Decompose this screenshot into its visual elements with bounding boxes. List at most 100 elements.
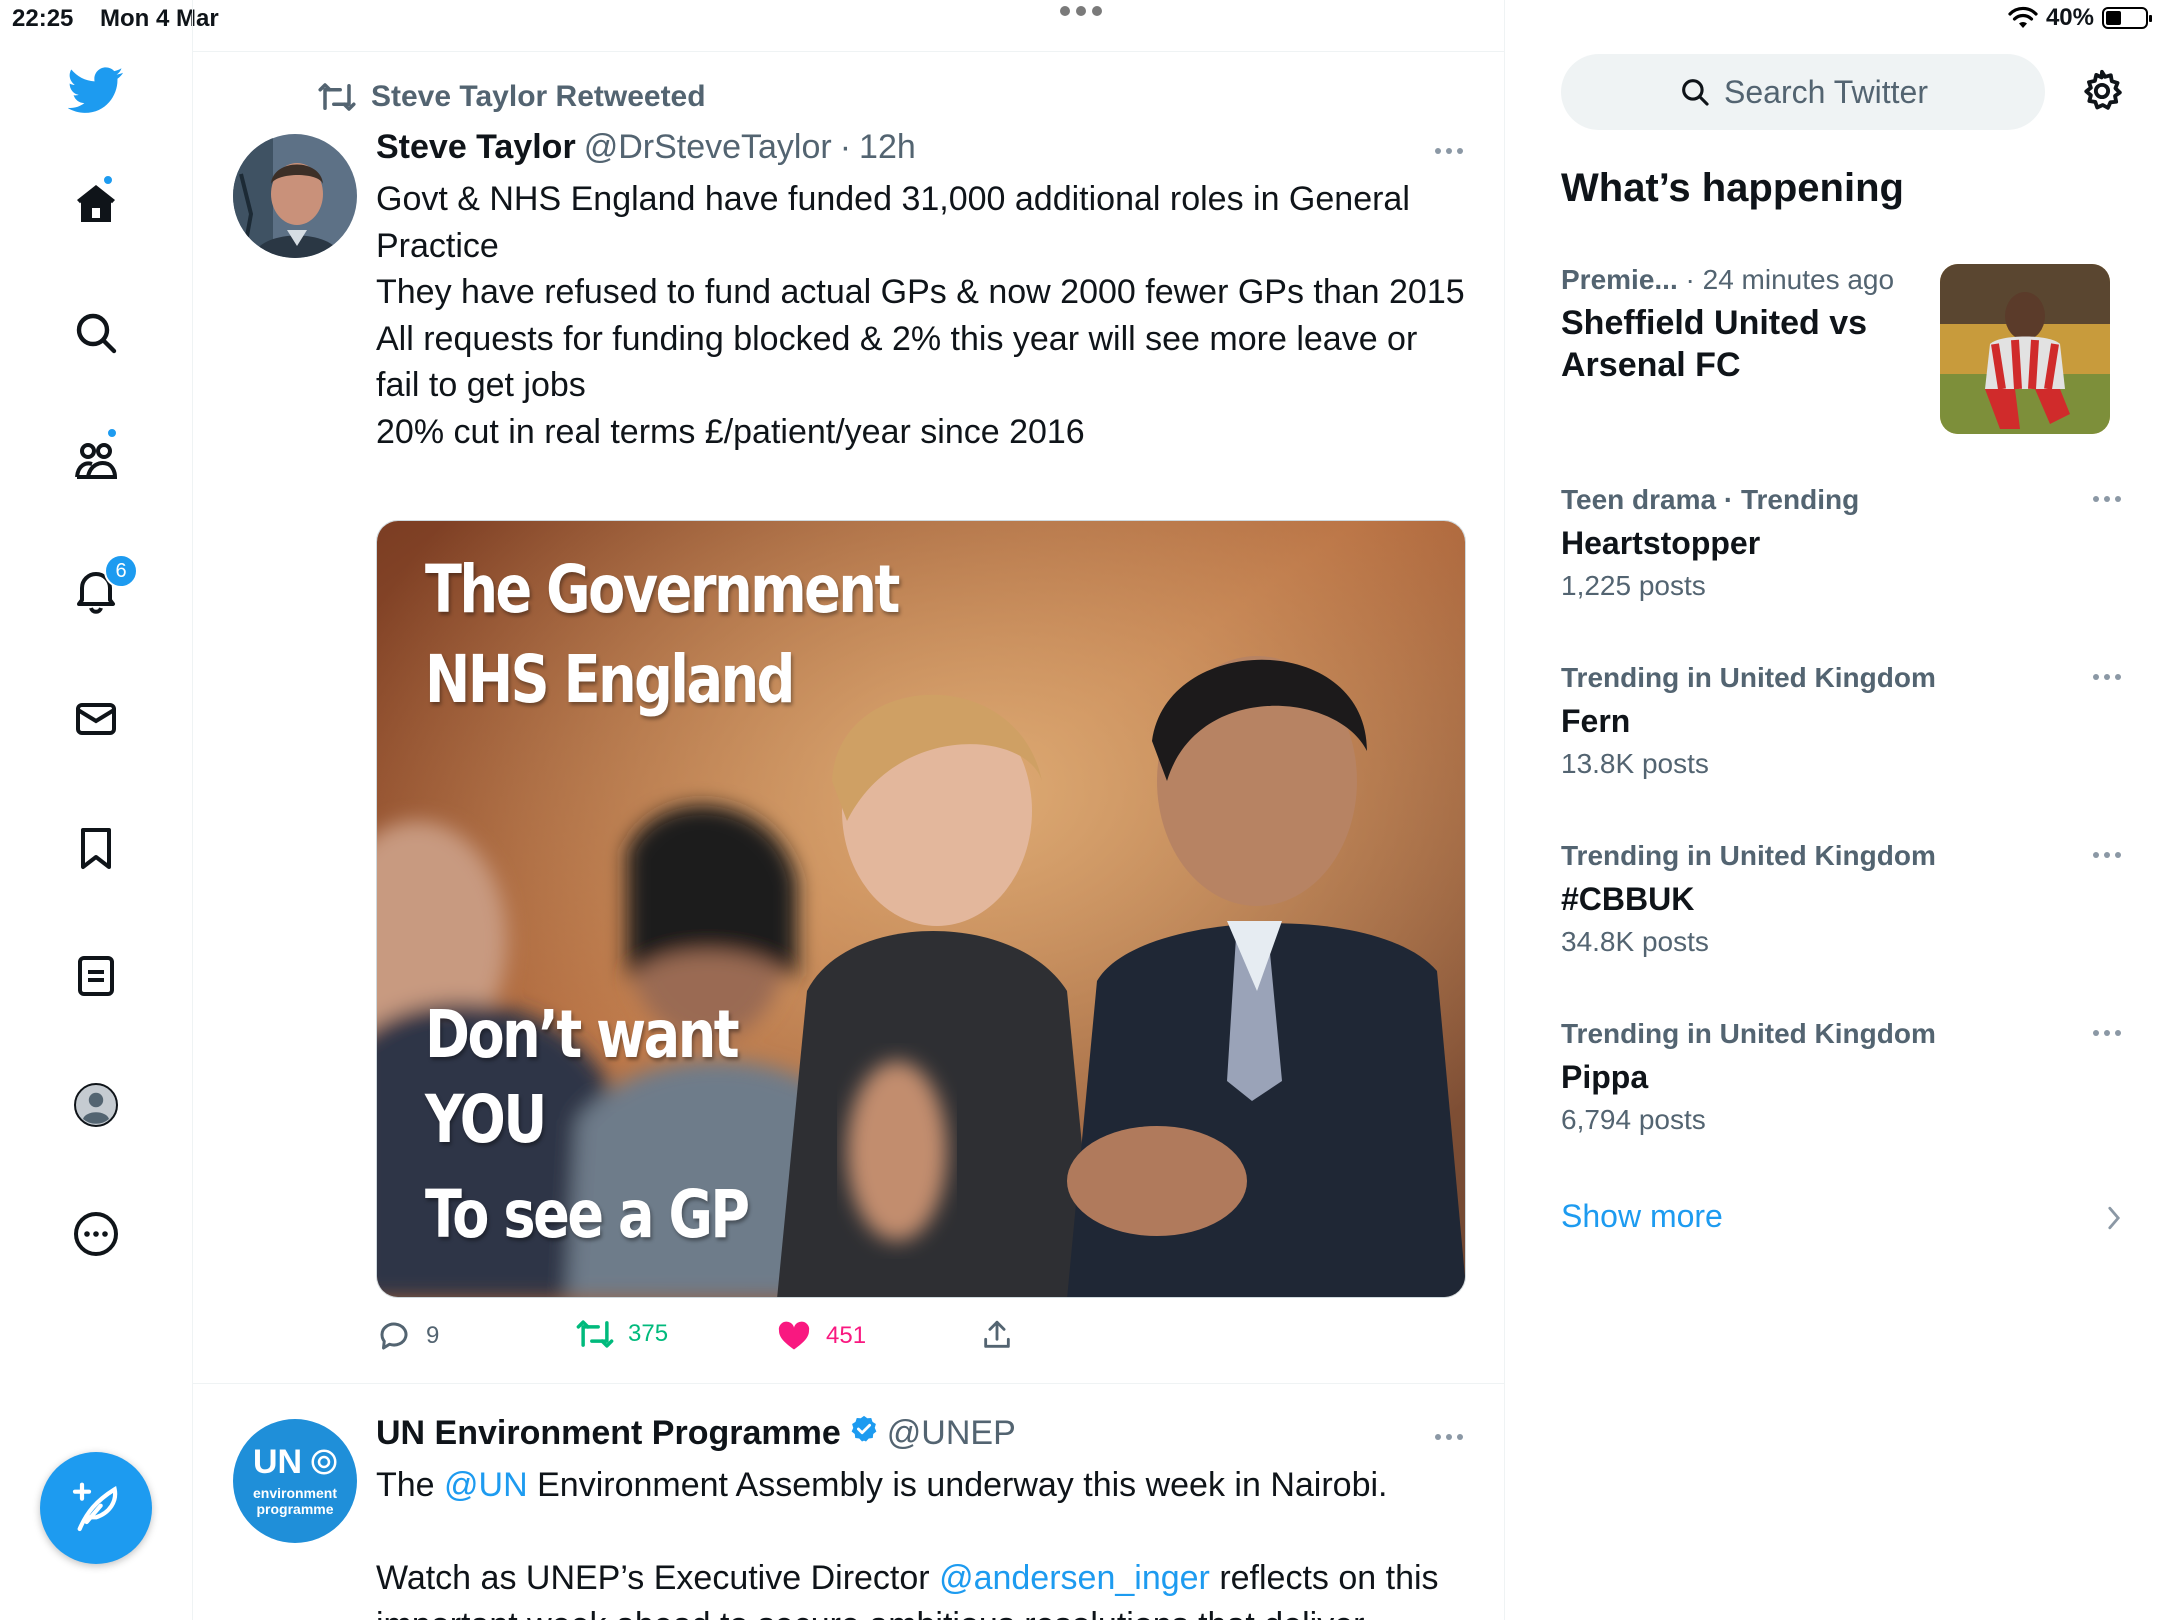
tweet-text-line: 20% cut in real terms £/patient/year sin… <box>376 412 1085 451</box>
compose-tweet-button[interactable] <box>40 1452 152 1564</box>
trend-count: 13.8K posts <box>1561 748 1709 779</box>
communities-unread-dot <box>106 427 118 439</box>
trend-category: Premie... <box>1561 264 1678 295</box>
timeline: Steve Taylor Retweeted Steve Taylor @DrS… <box>193 0 1505 1620</box>
heart-filled-icon <box>778 1321 810 1350</box>
tweet-text: The @UN Environment Assembly is underway… <box>376 1462 1466 1620</box>
chevron-right-icon <box>2108 1206 2121 1230</box>
notifications-badge: 6 <box>104 554 138 588</box>
reply-count: 9 <box>426 1322 440 1349</box>
trend-item[interactable]: Teen drama · Trending Heartstopper 1,225… <box>1561 484 2121 602</box>
nav-communities[interactable] <box>58 423 134 499</box>
nav-bookmarks[interactable] <box>58 810 134 886</box>
retweet-count: 375 <box>628 1320 669 1347</box>
media-caption-line: YOU <box>425 1081 547 1158</box>
trend-title: Heartstopper <box>1561 525 1761 561</box>
retweet-icon <box>318 83 356 111</box>
trend-category: Teen drama · Trending <box>1561 484 1860 515</box>
tweet-text: Govt & NHS England have funded 31,000 ad… <box>376 176 1466 455</box>
tweet-text-line: Govt & NHS England have funded 31,000 ad… <box>376 180 1410 265</box>
mail-icon <box>76 703 116 735</box>
tweet-media-image[interactable]: The Government NHS England Don’t want YO… <box>376 520 1466 1298</box>
trend-item[interactable]: Trending in United Kingdom Fern 13.8K po… <box>1561 662 2121 780</box>
reply-icon <box>380 1322 408 1350</box>
tweet-text-segment: reflects on this <box>1209 1559 1439 1597</box>
tweet-text-line: important week ahead to secure ambitious… <box>376 1602 1466 1620</box>
tweet[interactable]: Steve Taylor Retweeted Steve Taylor @DrS… <box>193 0 1505 1383</box>
tweet-text-segment: Environment Assembly is underway this we… <box>527 1466 1388 1504</box>
trend-more-icon[interactable] <box>2093 852 2121 858</box>
gear-icon <box>2084 69 2122 110</box>
settings-button[interactable] <box>2077 66 2127 116</box>
trend-item[interactable]: Trending in United Kingdom #CBBUK 34.8K … <box>1561 840 2121 958</box>
retweet-button[interactable]: 375 <box>576 1318 668 1350</box>
tweet-more-icon[interactable] <box>1435 1434 1463 1440</box>
unep-logo-subtext: environment <box>252 1485 337 1501</box>
tweet-text-segment: Watch as UNEP’s Executive Director <box>376 1559 940 1597</box>
nav-notifications[interactable]: 6 <box>58 552 138 628</box>
bookmark-icon <box>81 828 111 869</box>
trend-more-icon[interactable] <box>2093 1030 2121 1036</box>
verified-badge-icon <box>851 1415 877 1442</box>
search-placeholder: Search Twitter <box>1724 73 1928 110</box>
tweet-more-icon[interactable] <box>1435 148 1463 154</box>
media-caption-line: To see a GP <box>425 1176 750 1253</box>
tweet-header: Steve Taylor @DrSteveTaylor · 12h <box>376 128 916 167</box>
author-name[interactable]: Steve Taylor <box>376 128 576 167</box>
search-icon <box>1682 79 1709 106</box>
twitter-logo-icon[interactable] <box>58 52 134 128</box>
avatar[interactable]: UN environment programme <box>233 1419 357 1543</box>
like-count: 451 <box>826 1322 867 1349</box>
tweet-text-line: All requests for funding blocked & 2% th… <box>376 319 1418 405</box>
right-sidebar: Search Twitter What’s happening Premie..… <box>1505 0 2160 1620</box>
trend-category: Trending in United Kingdom <box>1561 662 1936 693</box>
avatar[interactable] <box>233 134 357 258</box>
media-caption-line: The Government <box>425 551 900 628</box>
home-unread-dot <box>102 174 114 186</box>
retweet-icon <box>576 1320 614 1348</box>
author-name[interactable]: UN Environment Programme <box>376 1414 841 1453</box>
more-circle-icon <box>74 1212 118 1256</box>
nav-explore[interactable] <box>58 295 134 371</box>
trend-title: Sheffield United vs Arsenal FC <box>1561 304 1868 384</box>
tweet-actions: 9 375 451 <box>376 1318 1076 1362</box>
trend-title: Pippa <box>1561 1059 1649 1095</box>
nav-more[interactable] <box>58 1196 134 1272</box>
trend-time: · 24 minutes ago <box>1677 264 1895 295</box>
unep-emblem-icon <box>311 1449 337 1475</box>
nav-home[interactable] <box>58 166 134 242</box>
trend-count: 6,794 posts <box>1561 1104 1706 1135</box>
unep-logo-text: UN <box>253 1443 303 1481</box>
separator: · <box>839 128 852 166</box>
mention-link[interactable]: @UN <box>444 1466 528 1504</box>
trend-more-icon[interactable] <box>2093 496 2121 502</box>
author-handle[interactable]: @UNEP <box>887 1414 1016 1453</box>
share-button[interactable] <box>980 1318 1014 1352</box>
nav-messages[interactable] <box>58 681 134 757</box>
reply-button[interactable]: 9 <box>376 1318 439 1354</box>
nav-profile[interactable] <box>58 1067 134 1143</box>
trend-category: Trending in United Kingdom <box>1561 1018 1936 1049</box>
trend-title: Fern <box>1561 703 1631 739</box>
tweet-text-line: They have refused to fund actual GPs & n… <box>376 273 1465 311</box>
retweeted-by: Steve Taylor Retweeted <box>371 80 706 113</box>
nav-lists[interactable] <box>58 938 134 1014</box>
show-more-link[interactable]: Show more <box>1561 1198 1723 1235</box>
trend-item[interactable]: Premie... · 24 minutes ago Sheffield Uni… <box>1561 264 1941 386</box>
trend-category: Trending in United Kingdom <box>1561 840 1936 871</box>
trend-thumbnail-image[interactable] <box>1940 264 2110 434</box>
communities-icon <box>75 443 118 479</box>
tweet[interactable]: UN environment programme UN Environment … <box>193 1384 1505 1620</box>
trend-more-icon[interactable] <box>2093 674 2121 680</box>
like-button[interactable]: 451 <box>776 1318 866 1354</box>
mention-link[interactable]: @andersen_inger <box>939 1559 1210 1597</box>
search-icon <box>76 313 117 354</box>
tweet-time[interactable]: 12h <box>859 128 916 167</box>
author-handle[interactable]: @DrSteveTaylor <box>584 128 832 167</box>
tweet-header: UN Environment Programme @UNEP <box>376 1414 1016 1453</box>
media-caption-line: NHS England <box>425 641 795 718</box>
retweet-header: Steve Taylor Retweeted <box>317 80 706 114</box>
trend-item[interactable]: Trending in United Kingdom Pippa 6,794 p… <box>1561 1018 2121 1136</box>
search-input[interactable]: Search Twitter <box>1561 54 2045 130</box>
lists-icon <box>78 956 114 996</box>
